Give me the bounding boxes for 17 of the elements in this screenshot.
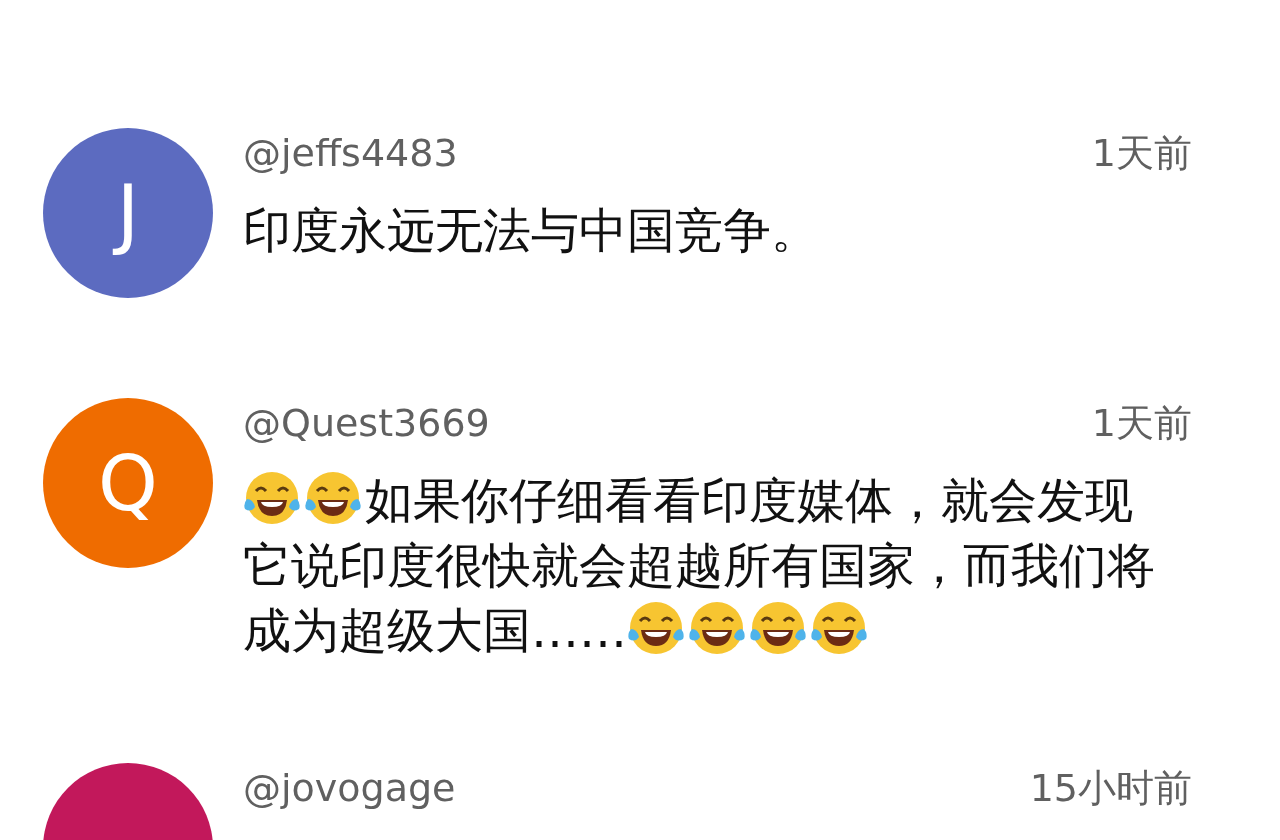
laughing-emoji-icon <box>688 599 746 657</box>
laughing-emoji-icon <box>810 599 868 657</box>
avatar-letter: Q <box>98 438 158 528</box>
laughing-emoji-icon <box>627 599 685 657</box>
comment-text: 如果你仔细看看印度媒体，就会发现 <box>365 472 1133 528</box>
username[interactable]: @jeffs4483 <box>243 131 458 175</box>
timestamp: 1天前 <box>1091 399 1192 447</box>
laughing-emoji-icon <box>304 469 362 527</box>
username[interactable]: @Quest3669 <box>243 401 490 445</box>
comment-text: 印度永远无法与中国竞争。 <box>243 202 819 258</box>
username[interactable]: @jovogage <box>243 766 456 810</box>
laughing-emoji-icon <box>243 469 301 527</box>
timestamp: 1天前 <box>1091 129 1192 177</box>
timestamp: 15小时前 <box>1029 764 1192 812</box>
comment-text: 成为超级大国…… <box>243 602 627 658</box>
laughing-emoji-icon <box>749 599 807 657</box>
comment-text: 它说印度很快就会超越所有国家，而我们将 <box>243 537 1155 593</box>
